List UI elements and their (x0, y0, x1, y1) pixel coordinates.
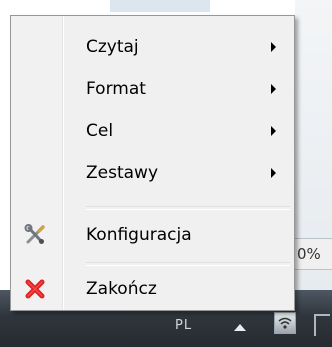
menu-separator (86, 206, 290, 210)
menu-item-label: Zestawy (86, 163, 159, 183)
menu-item-cel[interactable]: Cel (13, 114, 292, 148)
background-top (0, 0, 332, 12)
menu-separator (86, 262, 290, 266)
menu-item-label: Format (86, 79, 146, 99)
menu-item-format[interactable]: Format (13, 72, 292, 106)
background-percent: 0% (297, 245, 321, 263)
show-hidden-icons-arrow-icon[interactable] (234, 324, 246, 331)
language-indicator[interactable]: PL (175, 318, 192, 333)
submenu-arrow-icon (271, 126, 276, 136)
menu-item-zakoncz[interactable]: Zakończ (13, 272, 292, 306)
submenu-arrow-icon (271, 84, 276, 94)
menu-item-label: Zakończ (86, 279, 157, 299)
network-icon[interactable] (274, 312, 296, 334)
menu-item-label: Czytaj (86, 37, 139, 57)
submenu-arrow-icon (271, 168, 276, 178)
menu-item-zestawy[interactable]: Zestawy (13, 156, 292, 190)
context-menu: Czytaj Format Cel Zestawy Konfiguracja Z… (10, 15, 295, 311)
menu-item-label: Cel (86, 121, 114, 141)
background-stripe (110, 0, 210, 12)
menu-item-konfiguracja[interactable]: Konfiguracja (13, 218, 292, 252)
close-icon (24, 278, 46, 300)
menu-item-czytaj[interactable]: Czytaj (13, 30, 292, 64)
tools-icon (24, 224, 46, 246)
submenu-arrow-icon (271, 42, 276, 52)
menu-item-label: Konfiguracja (86, 225, 192, 245)
tray-extra-icon[interactable] (314, 314, 330, 336)
background-window: 0% (295, 0, 332, 290)
